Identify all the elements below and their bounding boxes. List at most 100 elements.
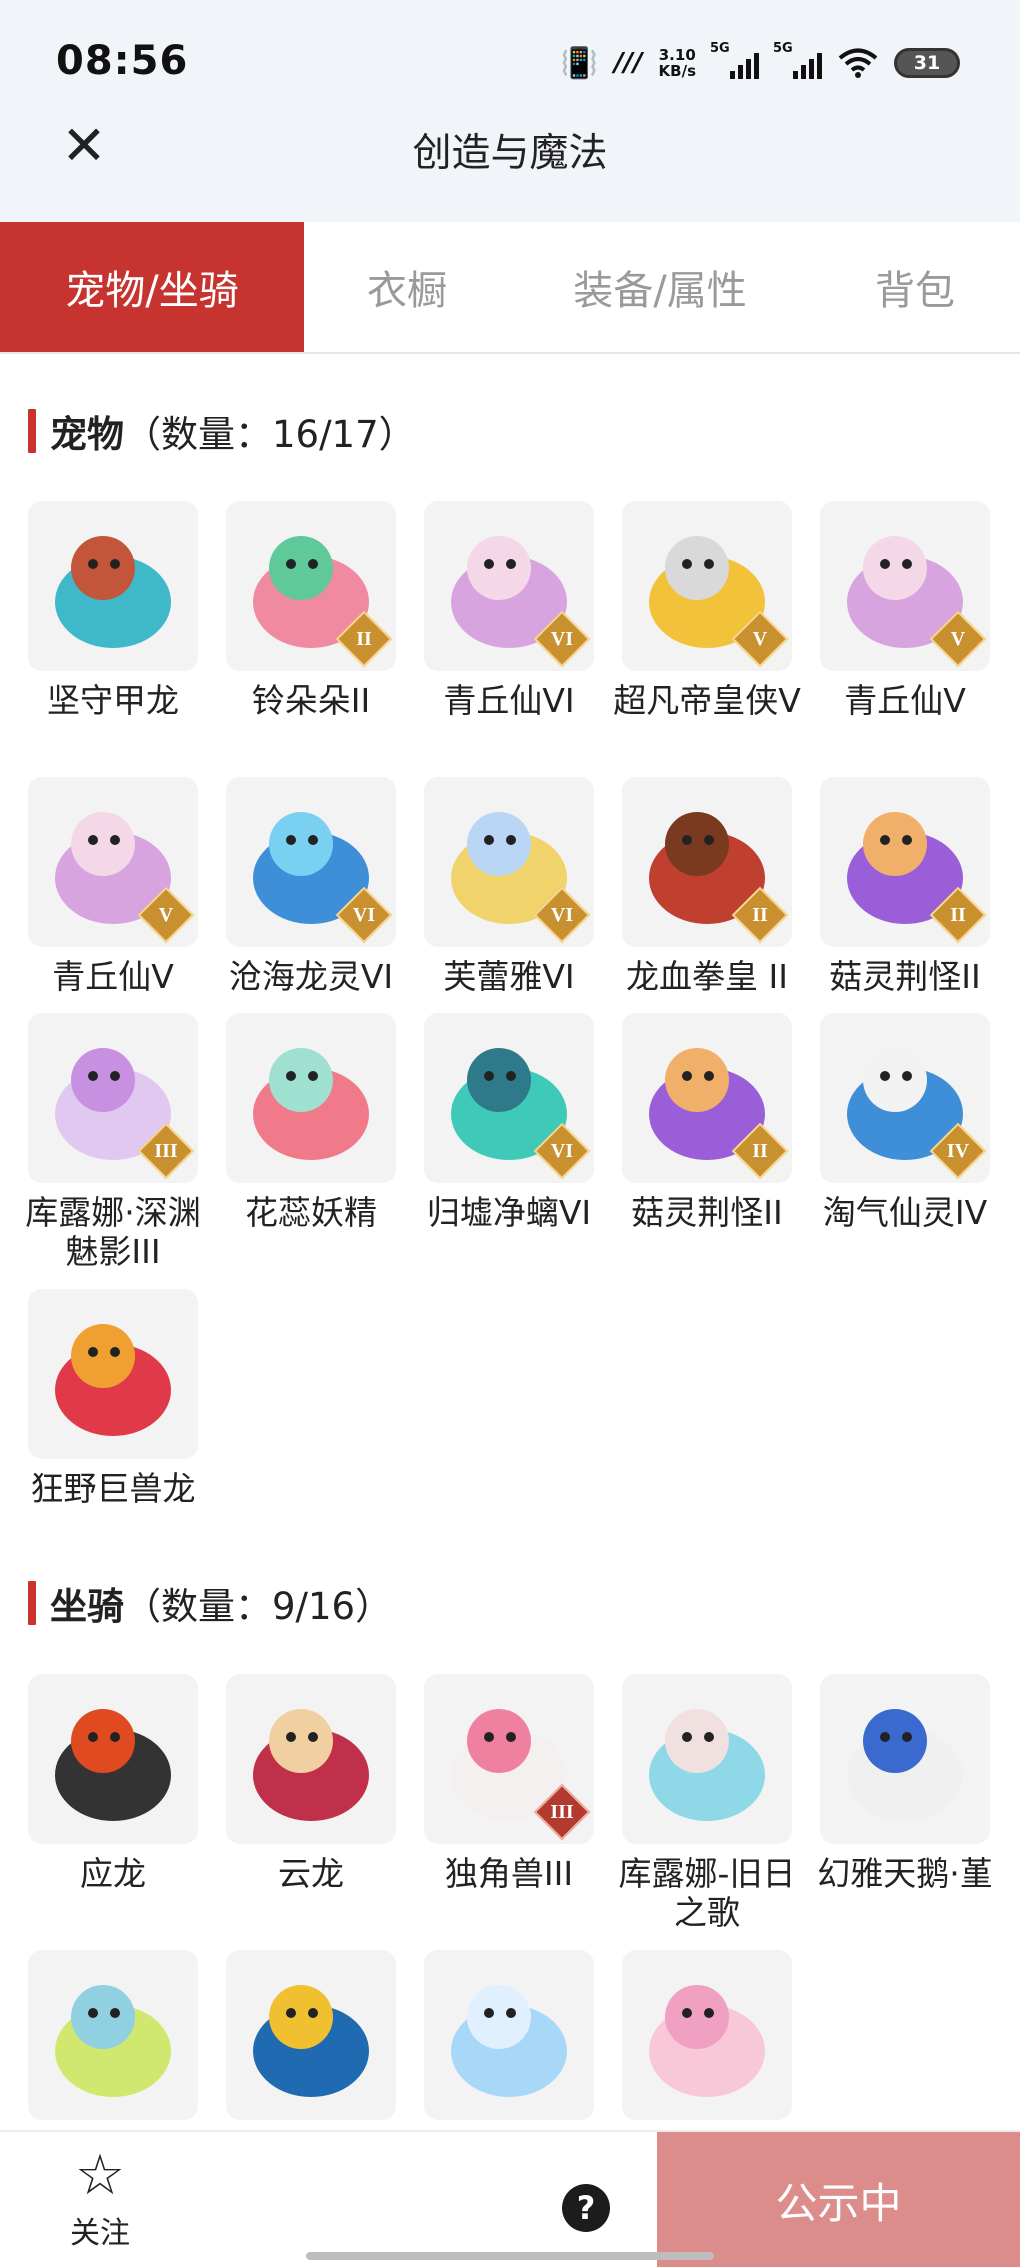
network-speed: 3.10 KB/s [659,47,696,79]
mount-art-icon [55,1709,171,1821]
pet-name: 淘气仙灵IV [822,1193,988,1232]
pet-thumbnail: V [28,777,198,947]
pet-thumbnail: IV [820,1013,990,1183]
pet-item[interactable]: II 龙血拳皇 II [608,777,806,996]
pet-art-icon [55,1324,171,1436]
mount-item[interactable]: 云龙 [212,1674,410,1893]
pet-thumbnail [226,1013,396,1183]
tier-badge-text: V [158,904,174,926]
tab-pets-mounts[interactable]: 宠物/坐骑 [0,222,304,352]
mount-art-icon [253,1709,369,1821]
pet-item[interactable]: V 青丘仙V [806,501,1004,720]
mount-item[interactable] [212,1950,410,2130]
pet-item[interactable]: VI 归墟净螭VI [410,1013,608,1232]
page-title: 创造与魔法 [412,131,608,176]
pet-item[interactable]: II 菇灵荆怪II [806,777,1004,996]
pet-thumbnail: II [622,1013,792,1183]
mount-item[interactable] [410,1950,608,2130]
bottom-action-bar: ☆ 关注 ? 公示中 [0,2130,1020,2267]
tier-badge-text: VI [550,628,574,650]
pet-item[interactable]: II 菇灵荆怪II [608,1013,806,1232]
pet-name: 花蕊妖精 [245,1193,377,1232]
mount-item[interactable] [608,1950,806,2130]
pet-item[interactable]: VI 沧海龙灵VI [212,777,410,996]
mount-thumbnail [226,1950,396,2120]
tier-badge-text: III [550,1801,574,1823]
pet-name: 狂野巨兽龙 [30,1469,196,1508]
top-header-area: 08:56 📳 /// 3.10 KB/s 5G 5G 31 ✕ 创造与魔法 [0,0,1020,222]
mount-item[interactable]: 库露娜-旧日之歌 [608,1674,806,1932]
follow-label: 关注 [70,2216,130,2251]
pet-name: 青丘仙V [844,681,966,720]
home-indicator [306,2252,714,2260]
pet-item[interactable]: IV 淘气仙灵IV [806,1013,1004,1232]
tab-backpack[interactable]: 背包 [810,222,1020,352]
pet-thumbnail: III [28,1013,198,1183]
mount-item[interactable]: 应龙 [14,1674,212,1893]
pets-section-title: 宠物 （数量：16/17） [28,408,416,456]
pet-item[interactable]: 花蕊妖精 [212,1013,410,1232]
mount-item[interactable]: 幻雅天鹅·堇 [806,1674,1004,1893]
mount-name: 应龙 [80,1854,146,1893]
section-accent-bar [28,1581,36,1625]
mount-item[interactable] [14,1950,212,2130]
carrier-icon: /// [614,48,643,78]
pet-name: 库露娜·深渊魅影III [25,1193,201,1271]
pet-item[interactable]: V 超凡帝皇侠V [608,501,806,720]
pet-thumbnail: II [622,777,792,947]
section-accent-bar [28,409,36,453]
pet-name: 青丘仙V [52,957,174,996]
tab-wardrobe[interactable]: 衣橱 [304,222,510,352]
net-speed-unit: KB/s [658,62,696,80]
signal-icon: 5G [710,41,759,79]
mount-art-icon [451,1985,567,2097]
pet-item[interactable]: 坚守甲龙 [14,501,212,720]
pet-name: 沧海龙灵VI [228,957,394,996]
mount-art-icon [847,1709,963,1821]
follow-button[interactable]: ☆ 关注 [62,2146,138,2252]
pet-thumbnail: VI [424,501,594,671]
mount-item[interactable]: III 独角兽III [410,1674,608,1893]
pet-name: 芙蕾雅VI [443,957,575,996]
pet-name: 归墟净螭VI [426,1193,592,1232]
help-icon[interactable]: ? [562,2184,610,2232]
pet-item[interactable]: VI 青丘仙VI [410,501,608,720]
pet-thumbnail [28,501,198,671]
section-count: （数量：16/17） [124,413,416,456]
pet-name: 超凡帝皇侠V [613,681,801,720]
mount-art-icon [649,1985,765,2097]
pet-thumbnail: V [820,501,990,671]
mount-name: 库露娜-旧日之歌 [618,1854,796,1932]
pet-item[interactable]: V 青丘仙V [14,777,212,996]
tier-badge-text: II [356,628,372,650]
pet-thumbnail: VI [424,1013,594,1183]
net-speed-value: 3.10 [658,46,696,64]
tier-badge-text: III [154,1140,178,1162]
publish-status-button[interactable]: 公示中 [657,2132,1020,2267]
mount-name: 独角兽III [444,1854,574,1893]
tier-badge-text: IV [946,1140,970,1162]
mount-thumbnail [424,1950,594,2120]
battery-icon: 31 [894,48,960,78]
sim2-label: 5G [773,41,793,56]
mount-name: 幻雅天鹅·堇 [817,1854,993,1893]
pet-name: 铃朵朵II [251,681,371,720]
mount-thumbnail [820,1674,990,1844]
pet-thumbnail: V [622,501,792,671]
star-outline-icon: ☆ [74,2143,126,2208]
mount-thumbnail [226,1674,396,1844]
mount-art-icon [55,1985,171,2097]
mount-thumbnail [28,1674,198,1844]
tier-badge-text: V [950,628,966,650]
pet-thumbnail: VI [424,777,594,947]
pet-item[interactable]: VI 芙蕾雅VI [410,777,608,996]
pet-item[interactable]: II 铃朵朵II [212,501,410,720]
tier-badge-text: V [752,628,768,650]
tier-badge-text: II [950,904,966,926]
pet-item[interactable]: III 库露娜·深渊魅影III [14,1013,212,1271]
pet-name: 青丘仙VI [443,681,575,720]
tab-equipment-attributes[interactable]: 装备/属性 [510,222,810,352]
tier-badge-text: VI [550,1140,574,1162]
section-count: （数量：9/16） [124,1585,393,1628]
pet-item[interactable]: 狂野巨兽龙 [14,1289,212,1508]
